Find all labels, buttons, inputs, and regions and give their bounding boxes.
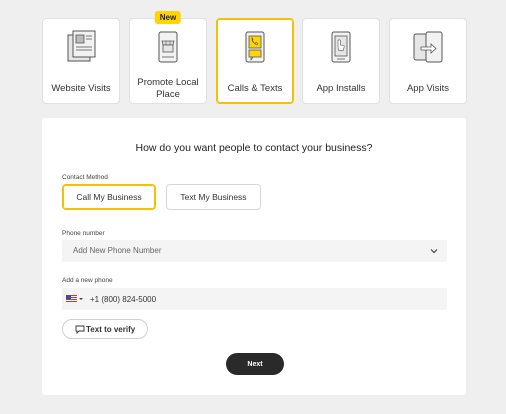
text-to-verify-label: Text to verify bbox=[86, 325, 136, 334]
goal-label: Calls & Texts bbox=[227, 83, 283, 94]
text-to-verify-button[interactable]: Text to verify bbox=[62, 319, 148, 339]
app-install-icon bbox=[331, 31, 351, 63]
phone-input[interactable] bbox=[90, 292, 430, 306]
website-icon bbox=[67, 30, 96, 62]
new-badge: New bbox=[154, 11, 182, 24]
goal-label: App Installs bbox=[316, 83, 366, 94]
goal-card-calls-texts[interactable]: Calls & Texts bbox=[216, 18, 294, 104]
next-button[interactable]: Next bbox=[226, 353, 284, 375]
panel-heading: How do you want people to contact your b… bbox=[135, 142, 373, 154]
phone-select-value: Add New Phone Number bbox=[73, 246, 162, 255]
phone-field bbox=[62, 288, 447, 310]
message-icon bbox=[75, 325, 85, 334]
contact-method-label: Contact Method bbox=[62, 174, 108, 181]
goal-card-app-installs[interactable]: App Installs bbox=[302, 18, 380, 104]
phone-number-select[interactable]: Add New Phone Number bbox=[62, 240, 447, 262]
phone-number-label: Phone number bbox=[62, 230, 105, 237]
add-phone-label: Add a new phone bbox=[62, 277, 113, 284]
app-visit-icon bbox=[413, 31, 443, 63]
chevron-down-icon bbox=[430, 249, 438, 254]
us-flag-icon[interactable] bbox=[66, 293, 86, 305]
goal-label: Promote Local Place bbox=[137, 77, 199, 100]
goal-card-website-visits[interactable]: Website Visits bbox=[42, 18, 120, 104]
phone-call-icon bbox=[245, 31, 265, 63]
goal-label: App Visits bbox=[406, 83, 450, 94]
goal-card-promote-local-place[interactable]: New Promote Local Place bbox=[129, 11, 207, 104]
call-my-business-button[interactable]: Call My Business bbox=[62, 184, 156, 210]
storefront-icon bbox=[158, 31, 178, 63]
text-my-business-button[interactable]: Text My Business bbox=[166, 184, 261, 210]
goal-card-app-visits[interactable]: App Visits bbox=[389, 18, 467, 104]
contact-panel: How do you want people to contact your b… bbox=[42, 118, 466, 395]
goal-label: Website Visits bbox=[51, 83, 111, 94]
